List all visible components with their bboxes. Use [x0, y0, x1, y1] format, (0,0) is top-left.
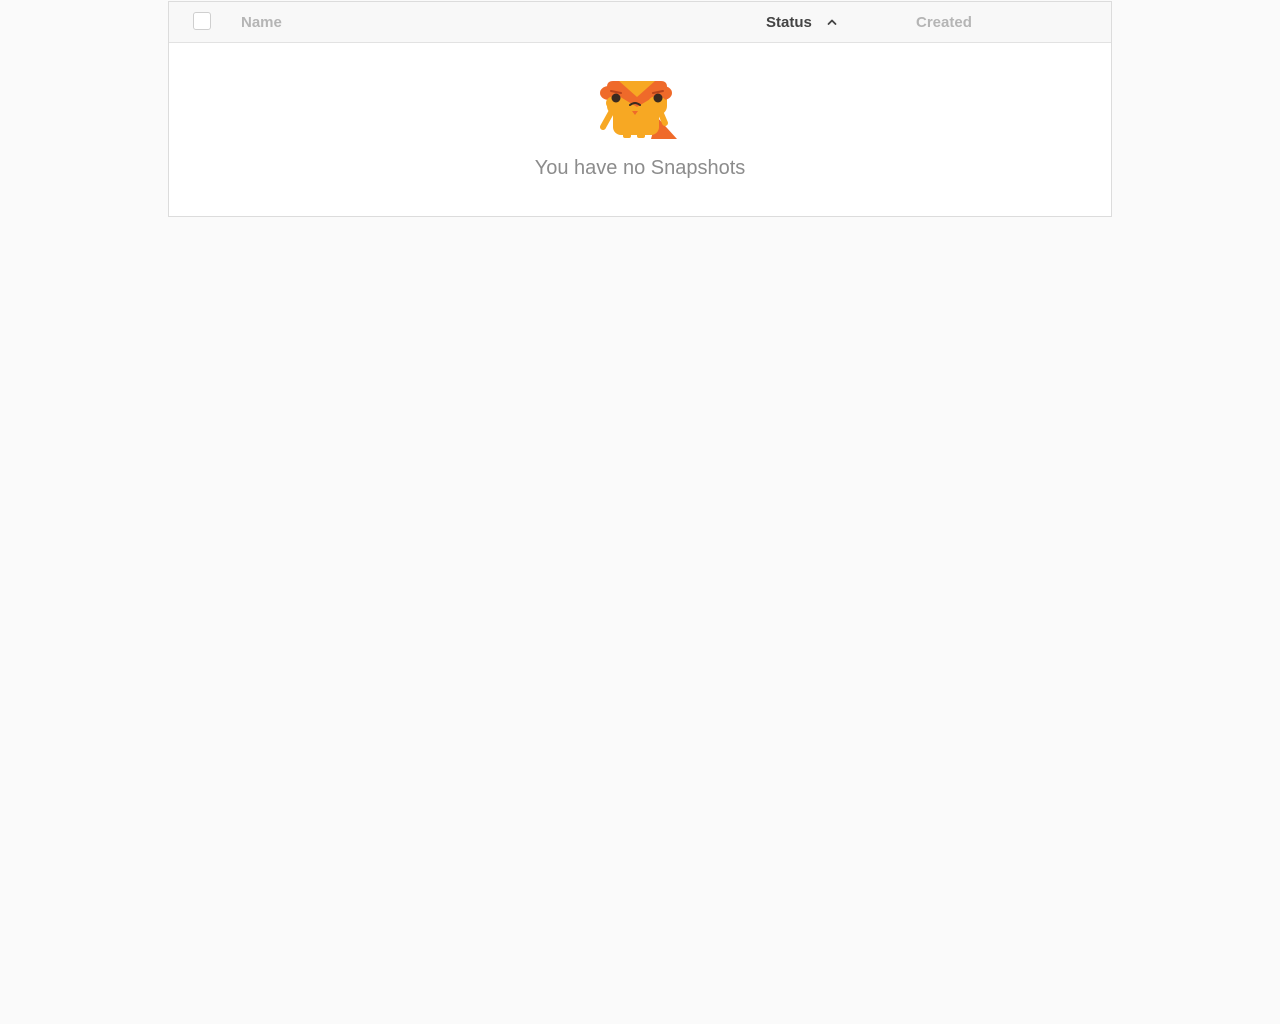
empty-state: You have no Snapshots — [169, 43, 1111, 216]
column-header-status[interactable]: Status — [766, 14, 812, 32]
snapshots-table: Name Status Created You have no Snapshot… — [168, 1, 1112, 217]
column-header-created[interactable]: Created — [916, 14, 972, 32]
column-header-name[interactable]: Name — [241, 14, 282, 32]
sad-fox-mascot-icon — [600, 81, 677, 139]
select-all-checkbox[interactable] — [193, 12, 211, 30]
empty-state-message: You have no Snapshots — [534, 157, 746, 179]
chevron-up-icon[interactable] — [826, 16, 838, 28]
table-header: Name Status Created — [169, 2, 1111, 43]
